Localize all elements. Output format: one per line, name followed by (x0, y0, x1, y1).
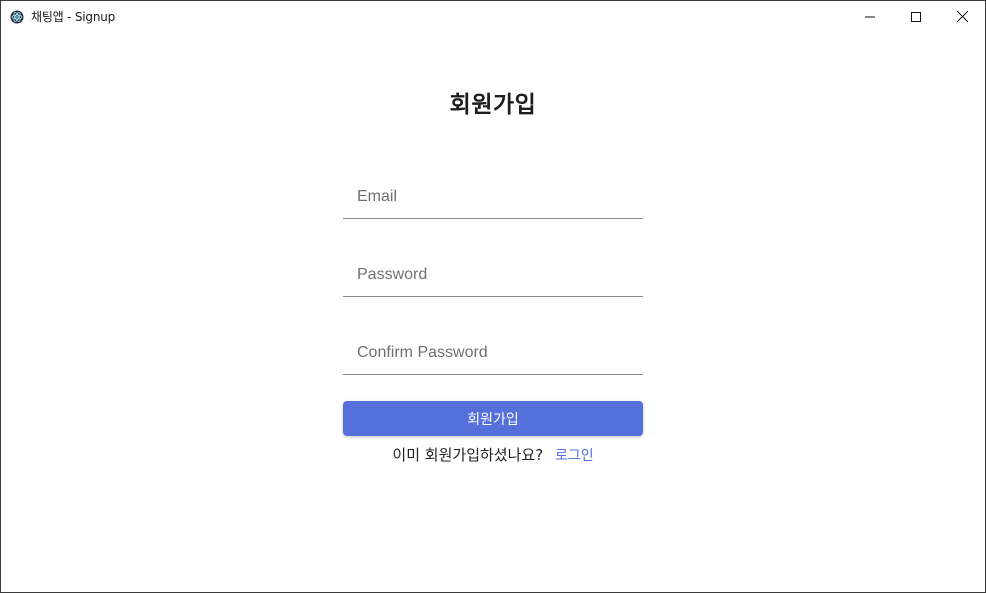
login-prompt-text: 이미 회원가입하셨나요? (392, 446, 544, 464)
title-bar[interactable]: 채팅앱 - Signup (1, 1, 985, 32)
email-input[interactable] (343, 171, 643, 218)
password-field-container (343, 249, 643, 297)
electron-atom-icon (10, 10, 24, 24)
app-window: 채팅앱 - Signup 회원가입 Email 회원가입 이미 회원가입하셨나요… (0, 0, 986, 593)
close-icon (956, 7, 968, 26)
signup-form: 회원가입 이미 회원가입하셨나요? 로그인 (343, 171, 643, 465)
email-field-container (343, 171, 643, 219)
confirm-password-input[interactable] (343, 327, 643, 374)
confirm-password-field-container (343, 327, 643, 375)
close-button[interactable] (939, 1, 985, 32)
page-title: 회원가입 (449, 92, 537, 118)
password-input[interactable] (343, 249, 643, 296)
minimize-icon (865, 7, 875, 26)
login-link[interactable]: 로그인 (555, 448, 594, 464)
signup-button[interactable]: 회원가입 (343, 401, 643, 436)
maximize-icon (911, 7, 921, 26)
maximize-button[interactable] (893, 1, 939, 32)
window-controls (847, 1, 985, 32)
window-title: 채팅앱 - Signup (31, 10, 116, 24)
minimize-button[interactable] (847, 1, 893, 32)
login-prompt-row: 이미 회원가입하셨나요? 로그인 (343, 444, 643, 465)
